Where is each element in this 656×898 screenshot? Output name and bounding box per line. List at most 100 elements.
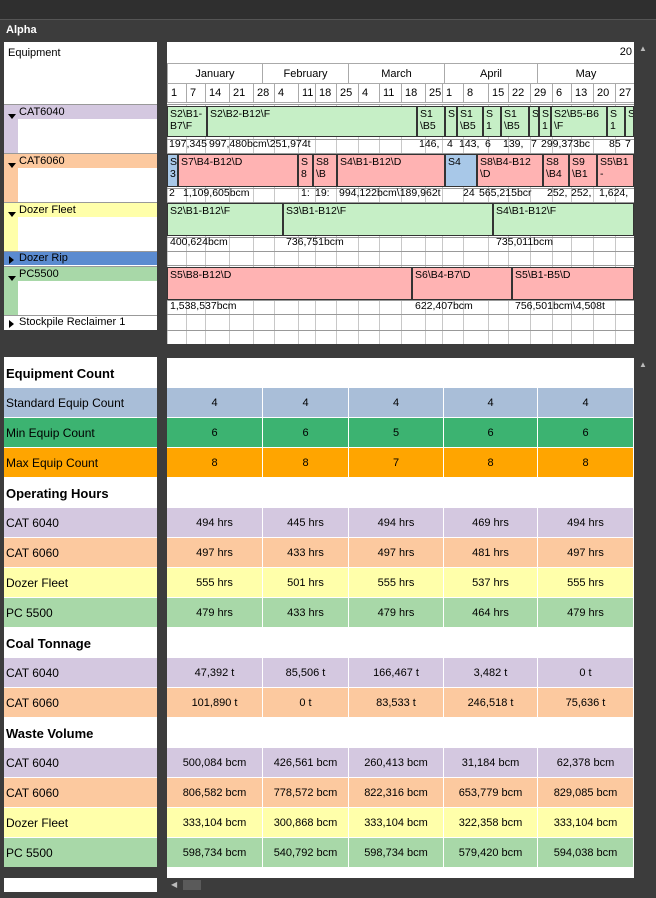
schedule-bar[interactable]: S8 [298, 154, 313, 187]
summary-value-cell: 6 [167, 417, 263, 447]
schedule-bar[interactable]: S2\B1-B7\F [167, 106, 207, 137]
summary-value-cell: 6 [263, 417, 349, 447]
schedule-bar[interactable]: S2\B1-B12\F [167, 203, 283, 236]
schedule-bar[interactable]: S7\B4-B12\D [178, 154, 298, 187]
schedule-bar[interactable]: S1 [539, 106, 551, 137]
summary-value-cell: 4 [167, 387, 263, 417]
window-top-strip [0, 0, 656, 20]
summary-value-cell: 469 hrs [444, 507, 538, 537]
day-label: 1 [167, 84, 186, 103]
day-label: 21 [229, 84, 253, 103]
day-label: 18 [315, 84, 336, 103]
summary-value-cell: 4 [349, 387, 444, 417]
schedule-bar[interactable]: S [529, 106, 539, 137]
day-label: 18 [401, 84, 425, 103]
equipment-row-cat6060[interactable]: CAT6060 [4, 153, 157, 202]
schedule-bar[interactable]: S1 [607, 106, 625, 137]
summary-vertical-scrollbar[interactable]: ▲ [636, 358, 650, 878]
equipment-row-pc5500[interactable]: PC5500 [4, 266, 157, 315]
summary-value-cell: 4 [538, 387, 634, 417]
summary-value-cell: 8 [444, 447, 538, 477]
schedule-bar[interactable]: S3 [167, 154, 178, 187]
equipment-header: Equipment [8, 47, 61, 59]
day-label: 27 [615, 84, 634, 103]
summary-value-cell: 3,482 t [444, 657, 538, 687]
equipment-row-stockpile[interactable]: Stockpile Reclaimer 1 [4, 315, 157, 329]
bar-value: 252, [571, 187, 592, 199]
summary-row-label: PC 5500 [4, 597, 157, 627]
schedule-bar[interactable]: S5\B8-B12\D [167, 267, 412, 300]
schedule-bar[interactable]: S [625, 106, 634, 137]
schedule-bar[interactable]: S4\B1-B12\D [337, 154, 445, 187]
expand-toggle-icon[interactable] [9, 254, 17, 266]
gantt-horizontal-scrollbar[interactable] [167, 344, 634, 354]
summary-value-cell: 6 [444, 417, 538, 447]
day-label: 14 [205, 84, 229, 103]
schedule-bar[interactable]: S1\B5 [417, 106, 445, 137]
summary-value-cell: 497 hrs [167, 537, 263, 567]
schedule-bar[interactable]: S [445, 106, 457, 137]
schedule-bar[interactable]: S8\B4-B12\D [477, 154, 543, 187]
summary-value-cell: 0 t [263, 687, 349, 717]
scroll-up-icon[interactable]: ▲ [639, 360, 647, 369]
equipment-label: Dozer Rip [19, 252, 68, 264]
summary-value-cell: 322,358 bcm [444, 807, 538, 837]
schedule-bar[interactable]: S4 [445, 154, 477, 187]
scroll-up-icon[interactable]: ▲ [639, 44, 647, 53]
schedule-bar[interactable]: S5\B1- [597, 154, 634, 187]
month-label: March [348, 64, 444, 84]
year-header: 20 [167, 42, 634, 64]
day-label: 28 [253, 84, 274, 103]
gantt-vertical-scrollbar[interactable]: ▲ [636, 42, 650, 344]
summary-value-cell: 598,734 bcm [167, 837, 263, 867]
expand-toggle-icon[interactable] [8, 159, 19, 171]
schedule-bar[interactable]: S8\B [313, 154, 337, 187]
schedule-bar[interactable]: S1\B5 [457, 106, 483, 137]
schedule-bar[interactable]: S2\B5-B6\F [551, 106, 607, 137]
expand-toggle-icon[interactable] [8, 272, 19, 284]
day-label: 15 [488, 84, 508, 103]
summary-value-cell: 494 hrs [349, 507, 444, 537]
scroll-thumb[interactable] [183, 880, 201, 890]
schedule-bar[interactable]: S2\B2-B12\F [207, 106, 417, 137]
schedule-bar[interactable]: S6\B4-B7\D [412, 267, 512, 300]
equipment-row-dozer-rip[interactable]: Dozer Rip [4, 251, 157, 265]
schedule-bar[interactable]: S8\B4 [543, 154, 569, 187]
summary-value-cell: 62,378 bcm [538, 747, 634, 777]
summary-value-cell: 579,420 bcm [444, 837, 538, 867]
summary-value-cell: 481 hrs [444, 537, 538, 567]
schedule-bar[interactable]: S5\B1-B5\D [512, 267, 634, 300]
summary-value-cell: 497 hrs [538, 537, 634, 567]
summary-value-cell: 6 [538, 417, 634, 447]
equipment-row-cat6040[interactable]: CAT6040 [4, 104, 157, 153]
summary-value-cell: 433 hrs [263, 597, 349, 627]
summary-value-cell: 47,392 t [167, 657, 263, 687]
scroll-left-icon[interactable]: ◀ [171, 880, 177, 889]
schedule-bar[interactable]: S1\B5 [501, 106, 529, 137]
expand-toggle-icon[interactable] [8, 110, 19, 122]
summary-row-label: Min Equip Count [4, 417, 157, 447]
schedule-bar[interactable]: S9\B1 [569, 154, 597, 187]
bar-value: 2 [169, 187, 175, 199]
summary-horizontal-scrollbar[interactable]: ◀ [167, 878, 634, 892]
month-label: May [537, 64, 634, 84]
row-separator [167, 265, 634, 266]
schedule-bar[interactable]: S3\B1-B12\F [283, 203, 493, 236]
bar-value: 400,624bcm [170, 236, 228, 248]
expand-toggle-icon[interactable] [9, 318, 17, 330]
gantt-panel: 20 January February March April May 1 7 14 21 28… [167, 42, 634, 344]
bar-value: 252, [547, 187, 568, 199]
equipment-row-dozer-fleet[interactable]: Dozer Fleet [4, 202, 157, 251]
summary-row-label: Dozer Fleet [4, 807, 157, 837]
month-label: January [167, 64, 262, 84]
month-label: April [444, 64, 537, 84]
summary-value-cell: 540,792 bcm [263, 837, 349, 867]
equipment-label: Stockpile Reclaimer 1 [19, 316, 126, 328]
expand-toggle-icon[interactable] [8, 208, 19, 220]
schedule-bar[interactable]: S4\B1-B12\F [493, 203, 634, 236]
year-label: 20 [619, 46, 632, 58]
schedule-bar[interactable]: S1 [483, 106, 501, 137]
summary-value-cell: 594,038 bcm [538, 837, 634, 867]
bar-value: 1,624, [599, 187, 629, 199]
summary-row-label: Standard Equip Count [4, 387, 157, 417]
